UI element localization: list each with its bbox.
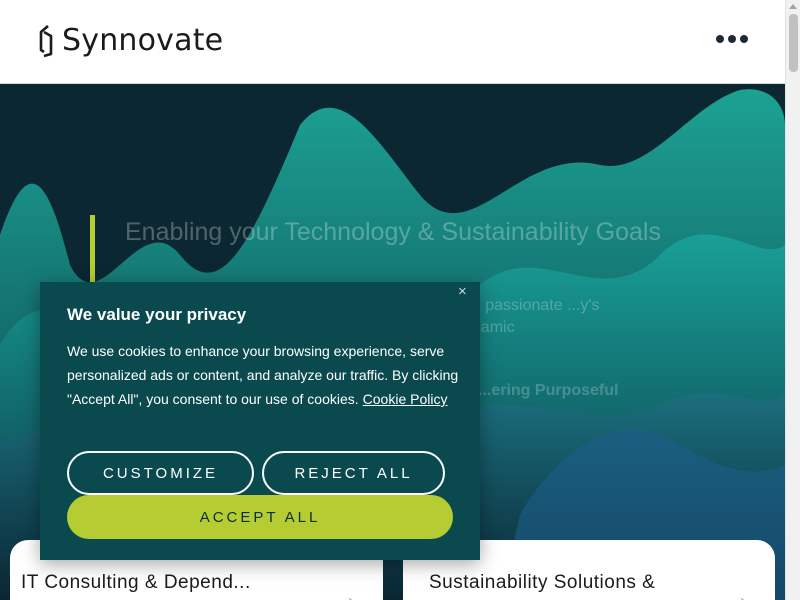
- synnovate-logo-icon: [39, 25, 53, 58]
- ellipsis-menu-icon: [716, 35, 724, 43]
- card-title: Sustainability Solutions & Depend...: [429, 572, 656, 600]
- brand-logo[interactable]: Synnovate: [38, 24, 223, 58]
- hero-title: Enabling your Technology & Sustainabilit…: [125, 218, 661, 246]
- reject-all-button[interactable]: REJECT ALL: [262, 451, 445, 495]
- hero-cta-link[interactable]: ...ering Purposeful: [478, 382, 618, 400]
- brand-name: Synnovate: [62, 23, 224, 58]
- customize-button[interactable]: CUSTOMIZE: [67, 451, 254, 495]
- page-scrollbar[interactable]: [785, 0, 800, 600]
- cookie-policy-link[interactable]: Cookie Policy: [363, 391, 448, 407]
- card-title: IT Consulting & Depend...: [21, 572, 251, 593]
- accept-all-button[interactable]: ACCEPT ALL: [67, 495, 453, 539]
- scroll-up-icon[interactable]: [789, 4, 797, 9]
- hero-description: ...ts passionate ...y's dynamic: [455, 297, 600, 336]
- close-icon[interactable]: ×: [458, 282, 467, 302]
- site-header: Synnovate: [0, 0, 785, 84]
- menu-button[interactable]: [716, 30, 748, 48]
- cookie-consent-dialog: × We value your privacy We use cookies t…: [40, 282, 480, 560]
- cookie-body: We use cookies to enhance your browsing …: [67, 339, 462, 411]
- cookie-title: We value your privacy: [67, 305, 247, 324]
- arrow-right-icon: →: [727, 584, 749, 600]
- arrow-right-icon: →: [335, 584, 357, 600]
- scroll-thumb[interactable]: [789, 14, 798, 72]
